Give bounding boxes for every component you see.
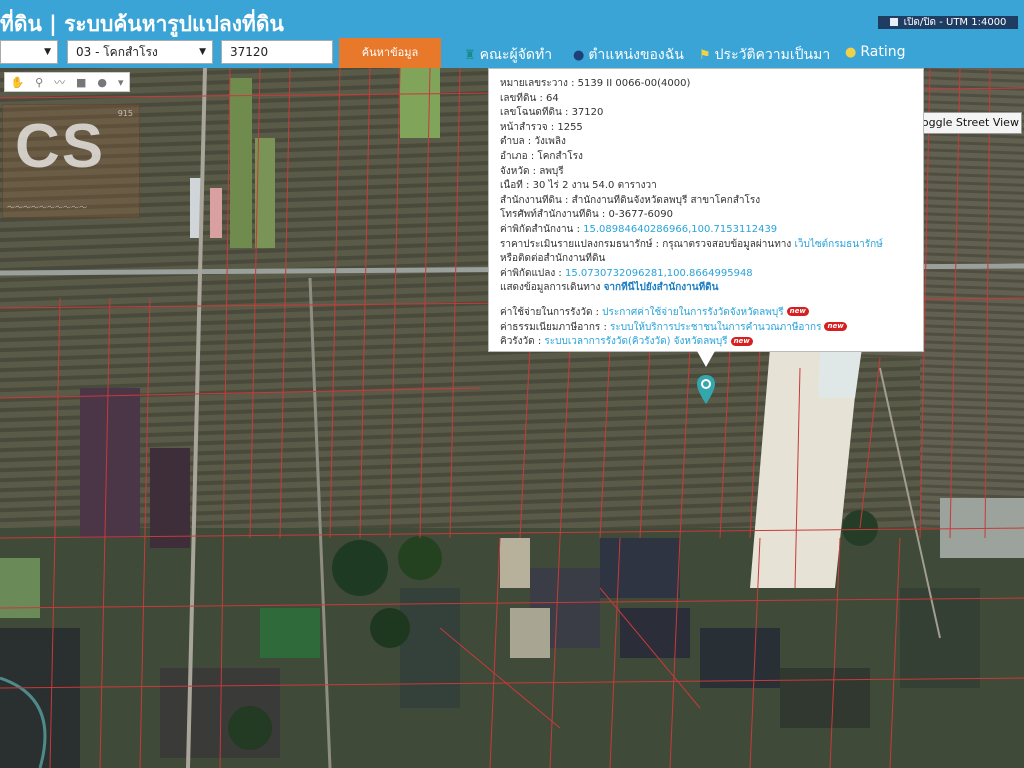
popup-row-map-sheet: หมายเลขระวาง : 5139 II 0066-00(4000) <box>500 78 691 89</box>
popup-row-office: สำนักงานที่ดิน : สำนักงานที่ดินจังหวัดลพ… <box>500 194 761 206</box>
value: หรือติดต่อสำนักงานที่ดิน <box>500 253 606 265</box>
nav-location-link[interactable]: ● ตำแหน่งของฉัน <box>573 44 684 66</box>
survey-queue-link[interactable]: ระบบเวลาการรังวัด(คิวรังวัด) จังหวัดลพบุ… <box>544 336 727 347</box>
popup-row-province: จังหวัด : ลพบุรี <box>500 165 564 177</box>
watermark-text: CS <box>15 112 106 181</box>
nav-team-link[interactable]: ♜ คณะผู้จัดทำ <box>464 44 552 66</box>
user-icon: ● <box>573 47 585 63</box>
label: แสดงข้อมูลการเดินทาง <box>500 282 601 294</box>
label: หมายเลขระวาง <box>500 78 568 89</box>
label: ค่าธรรมเนียมภาษีอากร <box>500 321 601 333</box>
popup-row-route: แสดงข้อมูลการเดินทาง จากที่นี่ไปยังสำนัก… <box>500 281 913 296</box>
district-select[interactable]: 03 - โคกสำโรง ▼ <box>67 40 213 64</box>
popup-row-district: อำเภอ : โคกสำโรง <box>500 150 583 162</box>
value: สำนักงานที่ดินจังหวัดลพบุรี สาขาโคกสำโรง <box>571 194 761 206</box>
value: ลพบุรี <box>539 165 564 177</box>
value: 0-3677-6090 <box>608 209 673 221</box>
label: ตำบล <box>500 136 525 148</box>
circle-icon[interactable]: ● <box>97 76 107 89</box>
office-coord-link[interactable]: 15.08984640286966,100.7153112439 <box>583 224 777 235</box>
parcel-info-popup: หมายเลขระวาง : 5139 II 0066-00(4000) เลข… <box>488 68 924 352</box>
popup-row-tax: ค่าธรรมเนียมภาษีอากร : ระบบให้บริการประช… <box>500 321 913 336</box>
label: ราคาประเมินรายแปลงกรมธนารักษ์ <box>500 238 653 250</box>
flag-icon: ⚑ <box>699 47 711 63</box>
app-window: ที่ดิน | ระบบค้นหารูปแปลงที่ดิน เปิด/ปิด… <box>0 0 1024 768</box>
new-badge: new <box>730 336 753 346</box>
search-button[interactable]: ค้นหาข้อมูล <box>339 38 441 68</box>
value: วังเพลิง <box>534 136 566 148</box>
label: เนื้อที่ <box>500 180 523 192</box>
nav-location-label: ตำแหน่งของฉัน <box>588 47 684 63</box>
treasury-website-link[interactable]: เว็บไซต์กรมธนารักษ์ <box>794 239 882 250</box>
label: สำนักงานที่ดิน <box>500 194 562 206</box>
page-title: ที่ดิน | ระบบค้นหารูปแปลงที่ดิน <box>0 12 284 36</box>
label: หน้าสำรวจ <box>500 121 548 133</box>
label: เลขที่ดิน <box>500 92 537 104</box>
value: 64 <box>546 92 559 104</box>
toggle-street-view-button[interactable]: Toggle Street View <box>914 112 1022 134</box>
route-link[interactable]: จากที่นี่ไปยังสำนักงานที่ดิน <box>604 282 719 293</box>
popup-row-survey-page: หน้าสำรวจ : 1255 <box>500 121 583 133</box>
popup-row-price-cont: หรือติดต่อสำนักงานที่ดิน <box>500 252 913 267</box>
tag-icon: ● <box>845 44 857 60</box>
nav-team-label: คณะผู้จัดทำ <box>479 47 553 63</box>
map-pin-icon[interactable] <box>696 374 716 406</box>
square-icon[interactable]: ■ <box>76 76 86 89</box>
utm-toggle[interactable]: เปิด/ปิด - UTM 1:4000 <box>878 16 1018 29</box>
new-badge: new <box>824 322 847 331</box>
popup-row-queue: คิวรังวัด : ระบบเวลาการรังวัด(คิวรังวัด)… <box>500 335 913 350</box>
label: จังหวัด <box>500 165 530 177</box>
popup-row-phone: โทรศัพท์สำนักงานที่ดิน : 0-3677-6090 <box>500 209 673 221</box>
nav-history-link[interactable]: ⚑ ประวัติความเป็นมา <box>699 44 830 66</box>
watermark-caption: ～～～～～～～～～～ <box>7 203 87 212</box>
nav-rating-link[interactable]: ● Rating <box>845 44 905 60</box>
popup-row-price: ราคาประเมินรายแปลงกรมธนารักษ์ : กรุณาตรว… <box>500 238 883 250</box>
popup-row-subdistrict: ตำบล : วังเพลิง <box>500 136 566 148</box>
draw-toolbar: ✋ ⚲ 〰 ■ ● ▾ <box>4 72 130 92</box>
label: คิวรังวัด <box>500 336 535 348</box>
value: 30 ไร่ 2 งาน 54.0 ตารางวา <box>532 180 657 192</box>
district-select-value: 03 - โคกสำโรง <box>76 45 158 59</box>
value: 1255 <box>557 121 583 133</box>
parcel-coord-link[interactable]: 15.0730732096281,100.8664995948 <box>565 268 753 279</box>
province-select[interactable]: ▼ <box>0 40 58 64</box>
nav-history-label: ประวัติความเป็นมา <box>714 47 831 63</box>
popup-row-office-coord: ค่าพิกัดสำนักงาน : 15.08984640286966,100… <box>500 223 778 235</box>
label: โทรศัพท์สำนักงานที่ดิน <box>500 209 599 221</box>
fee-announcement-link[interactable]: ประกาศค่าใช้จ่ายในการรังวัดจังหวัดลพบุรี <box>602 307 783 318</box>
new-badge: new <box>786 307 809 317</box>
value: 37120 <box>571 107 604 119</box>
label: อำเภอ <box>500 150 528 162</box>
popup-pointer <box>697 351 715 367</box>
nav-rating-label: Rating <box>860 44 906 60</box>
utm-toggle-label: เปิด/ปิด - UTM 1:4000 <box>903 17 1007 28</box>
toggle-swatch-icon <box>889 18 898 26</box>
parcel-number-input[interactable]: 37120 <box>221 40 333 64</box>
popup-row-area: เนื้อที่ : 30 ไร่ 2 งาน 54.0 ตารางวา <box>500 180 657 192</box>
chevron-down-icon: ▼ <box>44 47 51 57</box>
popup-row-parcel-coord: ค่าพิกัดแปลง : 15.0730732096281,100.8664… <box>500 267 753 279</box>
pin-icon[interactable]: ⚲ <box>35 76 43 89</box>
polyline-icon[interactable]: 〰 <box>54 74 65 90</box>
tax-calculation-link[interactable]: ระบบให้บริการประชาชนในการคำนวณภาษีอากร <box>610 322 821 333</box>
value: 5139 II 0066-00(4000) <box>577 78 691 89</box>
popup-row-parcel-no: เลขที่ดิน : 64 <box>500 92 559 104</box>
hand-icon[interactable]: ✋ <box>10 76 24 89</box>
watermark-logo: 915 CS ～～～～～～～～～～ <box>2 104 140 218</box>
chevron-down-icon: ▼ <box>199 47 206 57</box>
header-bar: ที่ดิน | ระบบค้นหารูปแปลงที่ดิน เปิด/ปิด… <box>0 0 1024 68</box>
popup-row-deed-no: เลขโฉนดที่ดิน : 37120 <box>500 107 604 119</box>
label: ค่าใช้จ่ายในการรังวัด <box>500 306 593 318</box>
funnel-icon[interactable]: ▾ <box>118 76 124 89</box>
popup-row-fee: ค่าใช้จ่ายในการรังวัด : ประกาศค่าใช้จ่าย… <box>500 306 913 321</box>
watermark-tag: 915 <box>117 109 133 118</box>
value: โคกสำโรง <box>537 150 583 162</box>
value: กรุณาตรวจสอบข้อมูลผ่านทาง <box>662 238 792 250</box>
label: ค่าพิกัดแปลง <box>500 267 556 279</box>
team-icon: ♜ <box>464 47 476 63</box>
label: เลขโฉนดที่ดิน <box>500 107 562 119</box>
label: ค่าพิกัดสำนักงาน <box>500 223 574 235</box>
